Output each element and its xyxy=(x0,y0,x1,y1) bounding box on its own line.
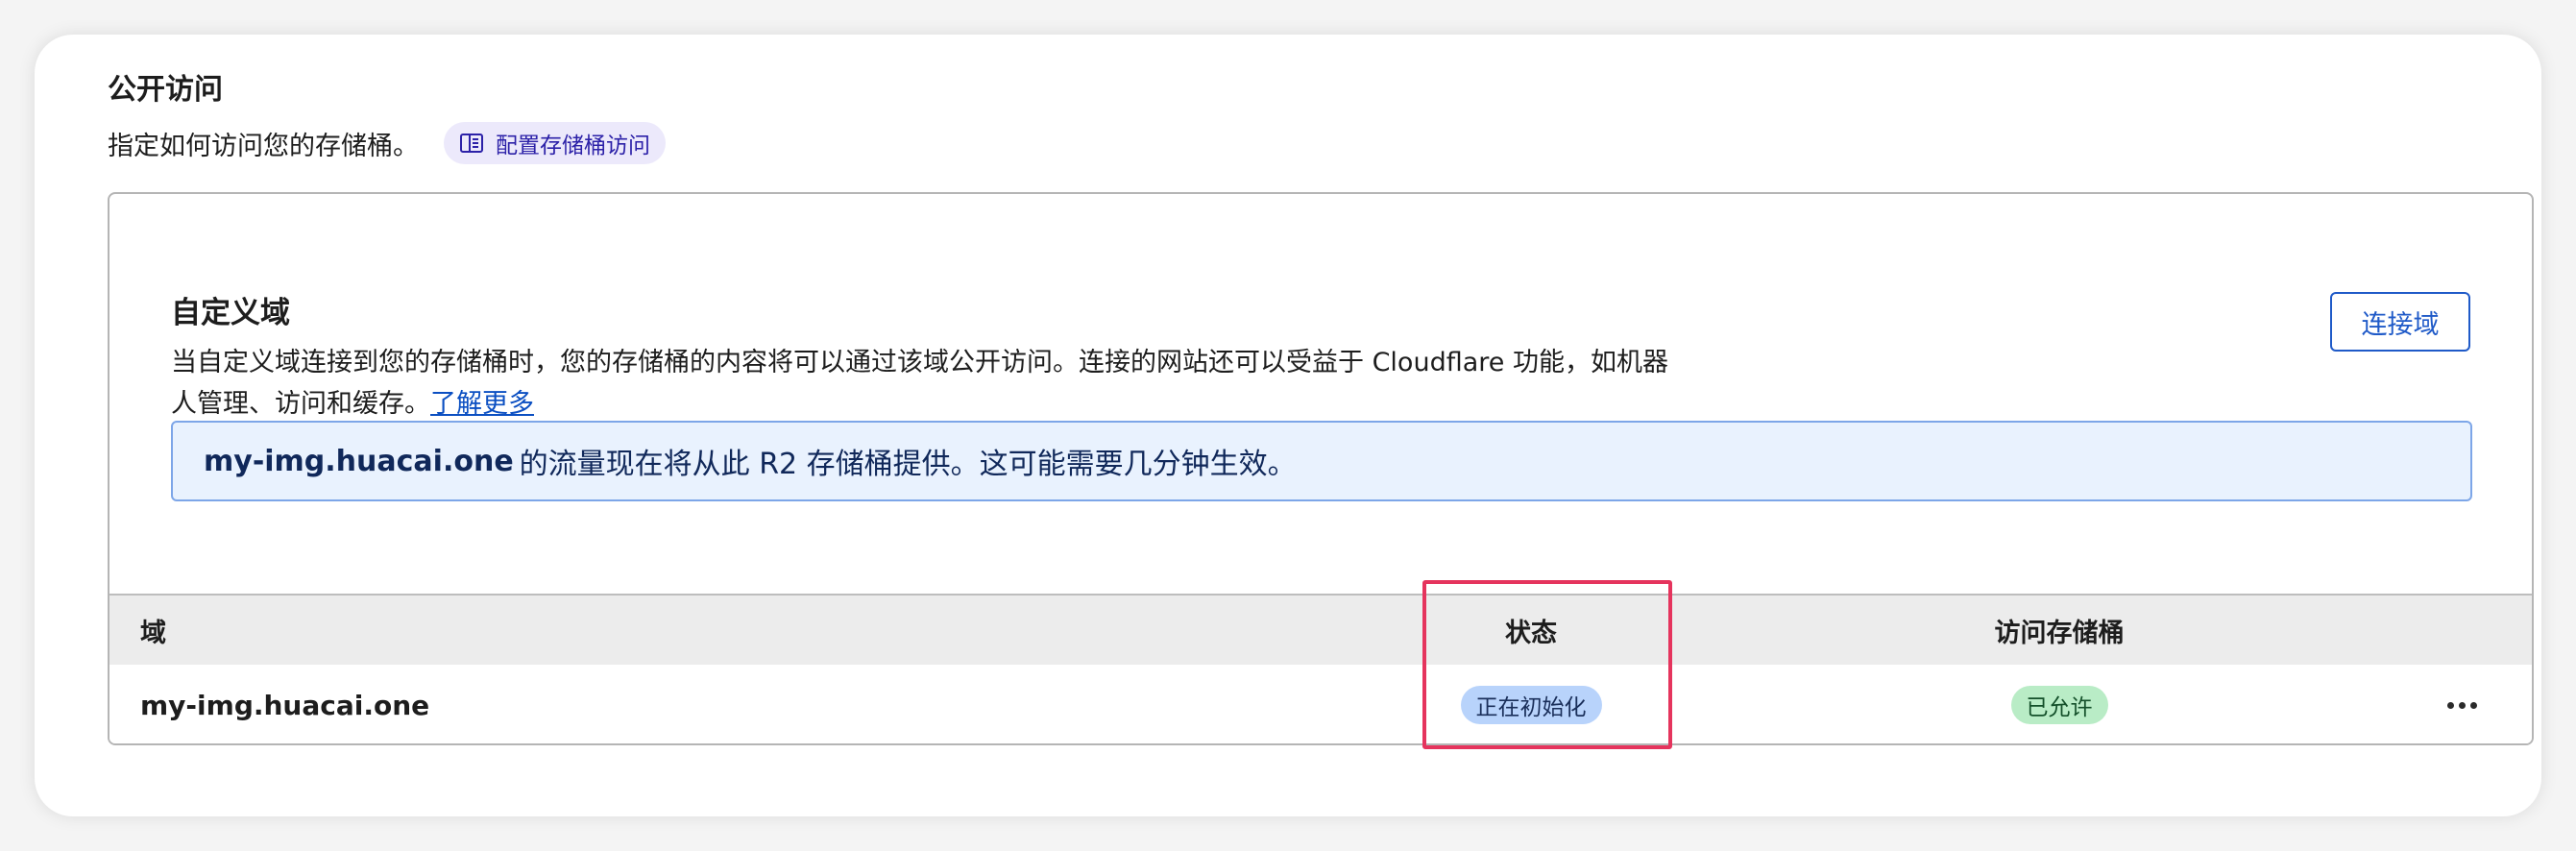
table-header: 域 状态 访问存储桶 xyxy=(109,594,2532,665)
info-notice: my-img.huacai.one 的流量现在将从此 R2 存储桶提供。这可能需… xyxy=(171,421,2472,501)
column-header-status: 状态 xyxy=(1505,618,1557,648)
section-title: 公开访问 xyxy=(108,73,223,107)
section-description-text: 指定如何访问您的存储桶。 xyxy=(108,131,419,161)
custom-domain-panel: 自定义域 当自定义域连接到您的存储桶时，您的存储桶的内容将可以通过该域公开访问。… xyxy=(108,192,2534,745)
row-actions-cell xyxy=(2438,665,2487,743)
custom-domain-description: 当自定义域连接到您的存储桶时，您的存储桶的内容将可以通过该域公开访问。连接的网站… xyxy=(171,342,1669,425)
access-cell: 已允许 xyxy=(1915,665,2203,743)
ellipsis-icon[interactable] xyxy=(2438,693,2487,718)
domain-name: my-img.huacai.one xyxy=(140,689,430,721)
notice-text: 的流量现在将从此 R2 存储桶提供。这可能需要几分钟生效。 xyxy=(519,448,1297,481)
status-cell: 正在初始化 xyxy=(1387,665,1675,743)
column-header-domain: 域 xyxy=(140,618,166,648)
configure-bucket-access-label: 配置存储桶访问 xyxy=(496,134,650,158)
status-badge: 正在初始化 xyxy=(1460,686,1602,724)
learn-more-link[interactable]: 了解更多 xyxy=(430,389,534,419)
access-badge: 已允许 xyxy=(2010,686,2108,724)
custom-domain-description-text: 当自定义域连接到您的存储桶时，您的存储桶的内容将可以通过该域公开访问。连接的网站… xyxy=(171,348,1668,419)
section-description: 指定如何访问您的存储桶。 配置存储桶访问 xyxy=(108,121,666,165)
public-access-card: 公开访问 指定如何访问您的存储桶。 配置存储桶访问 自定义域 当自定义域连接到您… xyxy=(35,35,2541,816)
book-icon xyxy=(459,132,484,155)
notice-domain: my-img.huacai.one xyxy=(204,444,514,478)
custom-domain-title: 自定义域 xyxy=(171,296,290,330)
domain-cell: my-img.huacai.one xyxy=(140,665,430,743)
connect-domain-button[interactable]: 连接域 xyxy=(2330,292,2470,352)
configure-bucket-access-link[interactable]: 配置存储桶访问 xyxy=(444,122,666,164)
column-header-access: 访问存储桶 xyxy=(1994,618,2125,648)
table-row: my-img.huacai.one 正在初始化 已允许 xyxy=(109,665,2532,743)
